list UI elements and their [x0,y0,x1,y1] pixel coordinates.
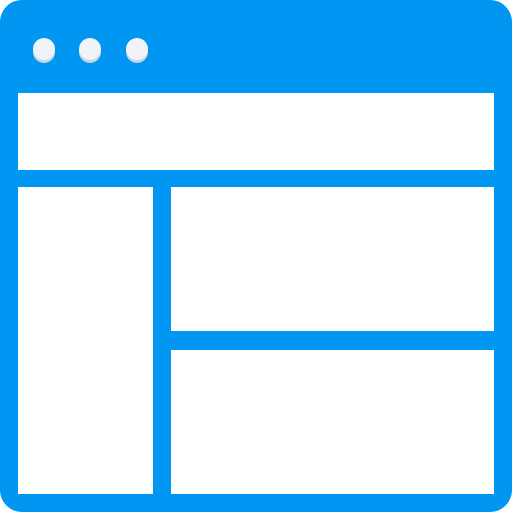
browser-window-layout-icon [0,0,512,512]
window-dot-2 [79,38,101,63]
main-bottom-panel [171,350,494,494]
header-panel [18,93,494,170]
window-dot-3 [126,38,148,63]
main-top-panel [171,187,494,331]
window-dot-1 [33,38,55,63]
window-controls [33,38,148,63]
browser-window-layout-svg [0,0,512,512]
sidebar-panel [18,187,153,494]
